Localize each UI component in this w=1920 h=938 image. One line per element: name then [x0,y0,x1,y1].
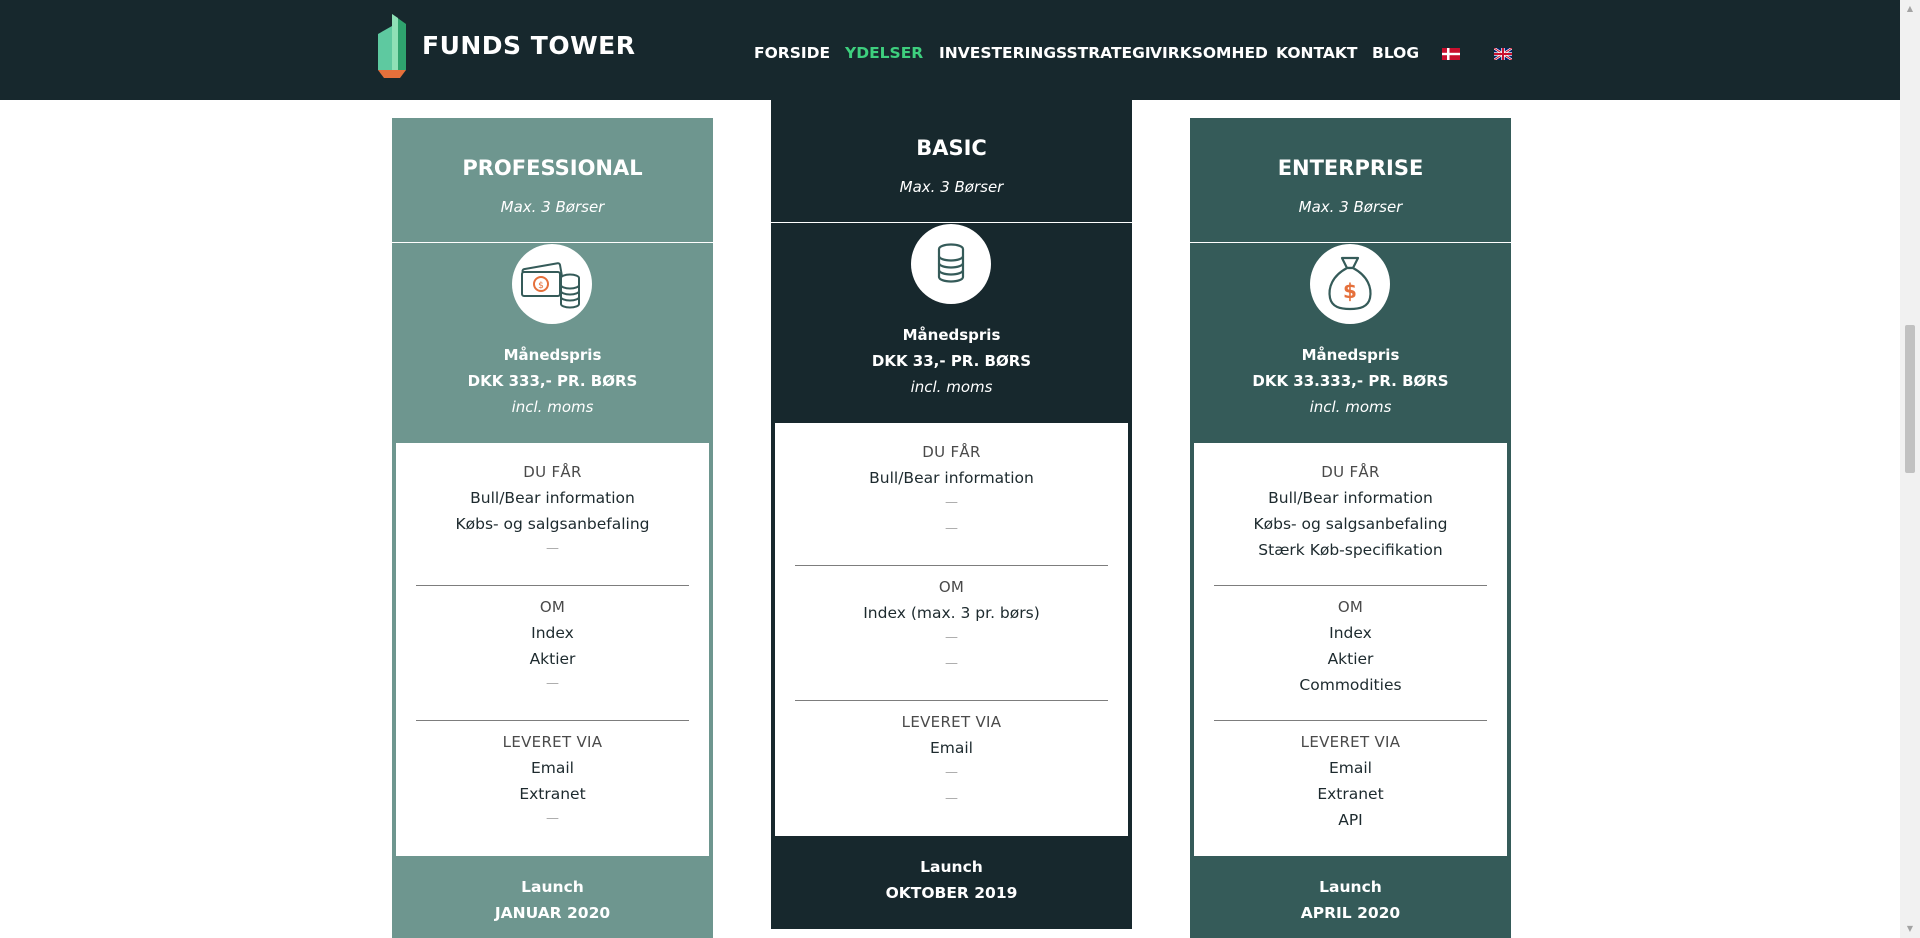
about-heading: OM [938,578,965,596]
price-note: incl. moms [511,398,594,416]
feature-item: Index [531,624,574,642]
section-divider [795,565,1108,566]
section-divider [795,700,1108,701]
you-get-heading: DU FÅR [1321,463,1380,481]
feature-item: Aktier [529,650,576,668]
feature-item: Email [1328,759,1372,777]
launch-label: Launch [1319,878,1382,896]
feature-placeholder: — [546,811,559,826]
nav-blog[interactable]: BLOG [1372,44,1419,62]
feature-item: Bull/Bear information [869,469,1034,487]
svg-text:$: $ [538,281,544,291]
you-get-heading: DU FÅR [523,463,582,481]
plan-title: BASIC [916,136,987,160]
divider [1190,242,1511,243]
money-bag-icon: $ [1328,256,1372,311]
launch-date: JANUAR 2020 [494,904,611,922]
pricing-card-enterprise: ENTERPRISE Max. 3 Børser $ Månedspris DK… [1190,118,1511,938]
about-heading: OM [1337,598,1364,616]
price-note: incl. moms [1309,398,1392,416]
price-label: Månedspris [1301,346,1400,364]
scroll-down-arrow-icon[interactable]: ▼ [1905,924,1915,934]
main-nav: FORSIDE YDELSER INVESTERINGSSTRATEGI VIR… [0,44,1900,68]
feature-item: API [1338,811,1363,829]
section-divider [416,585,689,586]
scrollbar-thumb[interactable] [1905,325,1915,473]
about-heading: OM [539,598,566,616]
features-box: DU FÅR Bull/Bear information — — OM Inde… [775,423,1128,836]
you-get-heading: DU FÅR [922,443,981,461]
svg-text:$: $ [1343,279,1357,303]
pricing-card-basic: BASIC Max. 3 Børser Månedspris DKK 33,- … [771,98,1132,929]
plan-subtitle: Max. 3 Børser [1298,198,1403,216]
feature-placeholder: — [945,630,958,645]
uk-flag-icon[interactable] [1494,48,1512,60]
feature-placeholder: — [945,656,958,671]
section-divider [1214,585,1487,586]
features-box: DU FÅR Bull/Bear information Købs- og sa… [1194,443,1507,856]
divider [392,242,713,243]
section-divider [1214,720,1487,721]
price-label: Månedspris [503,346,602,364]
price-value: DKK 33.333,- PR. BØRS [1252,372,1449,390]
price-value: DKK 333,- PR. BØRS [467,372,638,390]
feature-item: Bull/Bear information [1268,489,1433,507]
plan-icon-circle [911,224,991,304]
launch-date: OKTOBER 2019 [885,884,1018,902]
nav-ydelser[interactable]: YDELSER [845,44,923,62]
feature-item: Email [530,759,574,777]
feature-item: Email [929,739,973,757]
nav-kontakt[interactable]: KONTAKT [1276,44,1357,62]
feature-item: Extranet [519,785,586,803]
site-header: FUNDS TOWER FORSIDE YDELSER INVESTERINGS… [0,0,1900,100]
price-note: incl. moms [910,378,993,396]
feature-placeholder: — [546,541,559,556]
nav-virksomhed[interactable]: VIRKSOMHED [1150,44,1268,62]
feature-item: Bull/Bear information [470,489,635,507]
feature-item: Extranet [1317,785,1384,803]
feature-placeholder: — [546,676,559,691]
feature-placeholder: — [945,495,958,510]
plan-icon-circle: $ [1310,244,1390,324]
nav-forside[interactable]: FORSIDE [754,44,830,62]
launch-label: Launch [920,858,983,876]
launch-date: APRIL 2020 [1300,904,1401,922]
plan-title: PROFESSIONAL [462,156,643,180]
coin-stack-icon [937,243,965,283]
delivered-heading: LEVERET VIA [901,713,1002,731]
feature-item: Købs- og salgsanbefaling [1253,515,1448,533]
feature-item: Index (max. 3 pr. børs) [863,604,1040,622]
delivered-heading: LEVERET VIA [1300,733,1401,751]
plan-subtitle: Max. 3 Børser [500,198,605,216]
divider [771,222,1132,223]
feature-item: Aktier [1327,650,1374,668]
plan-subtitle: Max. 3 Børser [899,178,1004,196]
cash-and-coins-icon: $ [521,262,580,309]
feature-item: Index [1329,624,1372,642]
danish-flag-icon[interactable] [1442,48,1460,60]
launch-label: Launch [521,878,584,896]
plan-title: ENTERPRISE [1277,156,1424,180]
feature-placeholder: — [945,521,958,536]
feature-placeholder: — [945,791,958,806]
feature-item: Commodities [1299,676,1402,694]
delivered-heading: LEVERET VIA [502,733,603,751]
feature-placeholder: — [945,765,958,780]
scroll-up-arrow-icon[interactable]: ▲ [1905,4,1915,14]
pricing-card-professional: PROFESSIONAL Max. 3 Børser $ Månedspris … [392,118,713,938]
plan-icon-circle: $ [512,244,592,324]
feature-item: Stærk Køb-specifikation [1258,541,1443,559]
price-value: DKK 33,- PR. BØRS [871,352,1032,370]
feature-item: Købs- og salgsanbefaling [455,515,650,533]
features-box: DU FÅR Bull/Bear information Købs- og sa… [396,443,709,856]
price-label: Månedspris [902,326,1001,344]
section-divider [416,720,689,721]
nav-investeringsstrategi[interactable]: INVESTERINGSSTRATEGI [939,44,1151,62]
